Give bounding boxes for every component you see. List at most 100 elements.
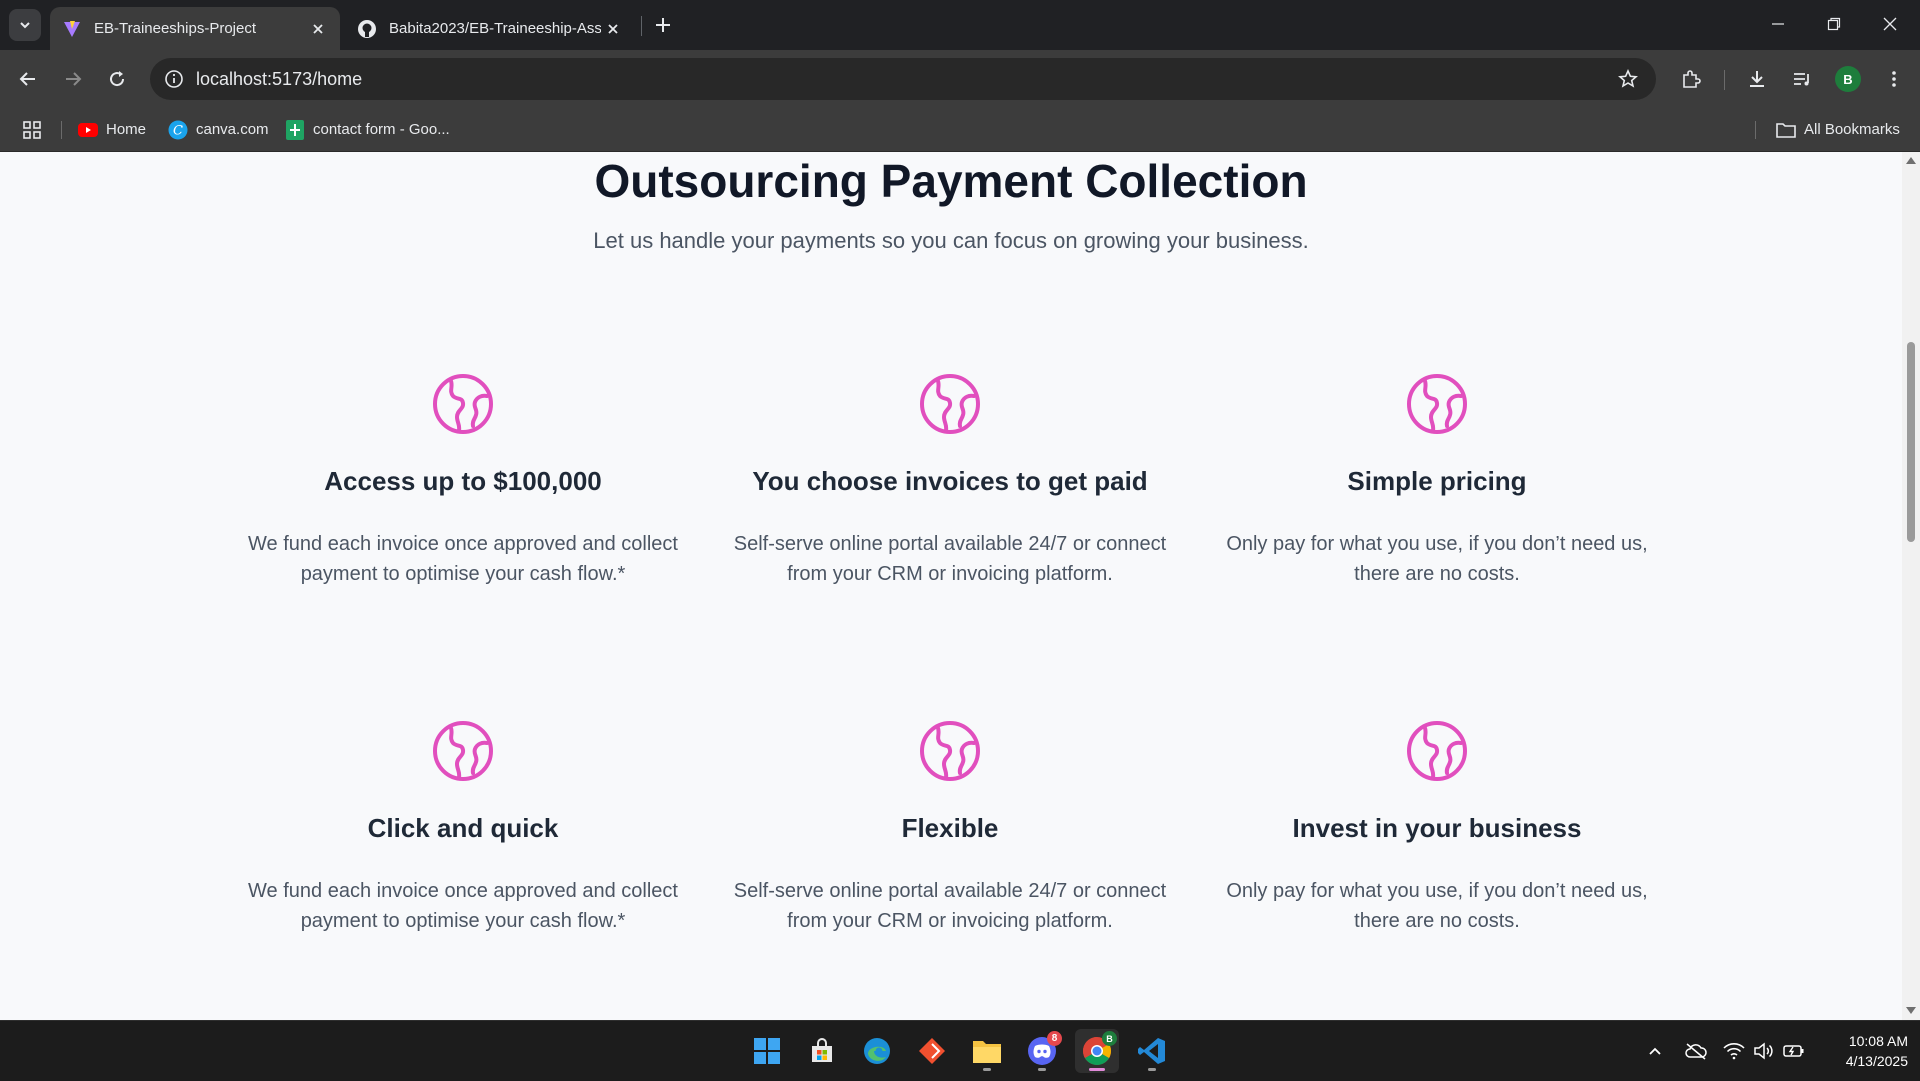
page-scrollbar[interactable] (1902, 152, 1920, 1020)
feature-description: Only pay for what you use, if you don’t … (1226, 880, 1648, 932)
plus-icon (656, 18, 670, 32)
all-bookmarks-label: All Bookmarks (1804, 121, 1900, 138)
extensions-button[interactable] (1673, 61, 1709, 97)
tab-title: EB-Traineeships-Project (94, 20, 257, 37)
tray-onedrive[interactable] (1684, 1039, 1708, 1063)
all-bookmarks-button[interactable]: All Bookmarks (1776, 108, 1900, 151)
close-tab-icon[interactable] (306, 17, 330, 41)
feature-title: Click and quick (367, 813, 559, 843)
tray-battery[interactable] (1782, 1039, 1806, 1063)
back-button[interactable] (10, 61, 46, 97)
bookmark-canva[interactable]: C canva.com (168, 108, 269, 151)
feature-description: Only pay for what you use, if you don’t … (1226, 533, 1648, 585)
tab-title: Babita2023/EB-Traineeship-Assi (389, 20, 601, 37)
arrow-left-icon (19, 72, 35, 86)
restore-button[interactable] (1806, 0, 1862, 48)
feature-description: We fund each invoice once approved and c… (248, 533, 678, 585)
edge-icon (864, 1038, 890, 1064)
globe-icon (1407, 721, 1467, 781)
windows-taskbar: 8 B 10:08 AM 4/13/2025 (0, 1020, 1920, 1081)
globe-icon (433, 374, 493, 434)
speaker-icon (1754, 1042, 1773, 1060)
tray-wifi[interactable] (1722, 1039, 1746, 1063)
feature-title: You choose invoices to get paid (752, 466, 1148, 496)
taskbar-discord[interactable]: 8 (1020, 1029, 1064, 1073)
svg-text:C: C (173, 123, 183, 138)
battery-charging-icon (1783, 1045, 1804, 1057)
new-tab-button[interactable] (650, 12, 676, 38)
feature-card: You choose invoices to get paid Self-ser… (720, 372, 1180, 589)
youtube-icon (78, 120, 98, 140)
close-tab-icon[interactable] (601, 17, 625, 41)
tray-volume[interactable] (1752, 1039, 1776, 1063)
running-indicator (983, 1068, 991, 1071)
forward-button[interactable] (55, 61, 91, 97)
scrollbar-thumb[interactable] (1907, 342, 1915, 542)
notification-badge: 8 (1047, 1031, 1062, 1046)
globe-icon (920, 374, 980, 434)
reload-button[interactable] (99, 61, 135, 97)
tab-divider (641, 16, 642, 36)
feature-description: Self-serve online portal available 24/7 … (733, 880, 1167, 932)
canva-icon: C (168, 120, 188, 140)
system-clock[interactable]: 10:08 AM 4/13/2025 (1818, 1031, 1908, 1071)
browser-tab-strip: EB-Traineeships-Project Babita2023/EB-Tr… (0, 0, 1920, 50)
more-vertical-icon (1892, 71, 1896, 87)
apps-button[interactable] (22, 108, 42, 151)
scroll-down-arrow-icon[interactable] (1906, 1007, 1916, 1014)
playlist-icon (1794, 73, 1809, 86)
github-icon (357, 19, 377, 39)
url-text[interactable]: localhost:5173/home (196, 69, 362, 90)
globe-icon (433, 721, 493, 781)
arrow-right-icon (66, 72, 82, 86)
windows-start-button[interactable] (745, 1029, 789, 1073)
media-controls-button[interactable] (1784, 61, 1820, 97)
tab-search-button[interactable] (9, 9, 41, 41)
profile-badge: B (1102, 1031, 1117, 1046)
active-indicator (1089, 1068, 1105, 1071)
folder-icon (1776, 120, 1796, 140)
bookmark-divider (61, 121, 62, 139)
taskbar-store[interactable] (800, 1029, 844, 1073)
reload-icon (110, 71, 125, 87)
downloads-button[interactable] (1739, 61, 1775, 97)
vite-icon (62, 19, 82, 39)
vscode-icon (1138, 1038, 1165, 1064)
chrome-menu-button[interactable] (1876, 61, 1912, 97)
apps-grid-icon (23, 120, 41, 139)
feature-description: Self-serve online portal available 24/7 … (733, 533, 1167, 585)
feature-card: Access up to $100,000 We fund each invoi… (233, 372, 693, 589)
close-window-button[interactable] (1862, 0, 1918, 48)
clock-time: 10:08 AM (1848, 1033, 1908, 1049)
tab-eb-traineeships[interactable]: EB-Traineeships-Project (50, 7, 340, 50)
tab-github-repo[interactable]: Babita2023/EB-Traineeship-Assi (345, 7, 635, 50)
chevron-down-icon (20, 22, 30, 29)
google-forms-icon (285, 119, 305, 140)
chevron-up-icon (1649, 1047, 1661, 1055)
running-indicator (1148, 1068, 1156, 1071)
tray-overflow-button[interactable] (1643, 1039, 1667, 1063)
taskbar-edge[interactable] (855, 1029, 899, 1073)
minimize-button[interactable] (1750, 0, 1806, 48)
taskbar-chrome[interactable]: B (1075, 1029, 1119, 1073)
microsoft-store-icon (812, 1038, 832, 1062)
bookmark-label: contact form - Goo... (313, 121, 450, 138)
feature-description: We fund each invoice once approved and c… (248, 880, 678, 932)
feature-title: Flexible (901, 813, 999, 843)
site-info-icon[interactable] (160, 65, 188, 93)
scroll-up-arrow-icon[interactable] (1906, 157, 1916, 164)
close-icon (1883, 17, 1897, 31)
download-icon (1750, 71, 1764, 87)
page-subtitle: Let us handle your payments so you can f… (593, 228, 1309, 253)
feature-title: Invest in your business (1292, 813, 1582, 843)
red-app-icon (919, 1038, 945, 1064)
taskbar-red-app[interactable] (910, 1029, 954, 1073)
bookmark-divider (1755, 121, 1756, 139)
taskbar-vscode[interactable] (1130, 1029, 1174, 1073)
bookmark-home[interactable]: Home (78, 108, 146, 151)
profile-avatar[interactable]: B (1835, 66, 1861, 92)
bookmark-star-icon[interactable] (1614, 65, 1642, 93)
bookmark-contact-form[interactable]: contact form - Goo... (285, 108, 450, 151)
taskbar-file-explorer[interactable] (965, 1029, 1009, 1073)
address-bar[interactable]: localhost:5173/home (150, 58, 1656, 100)
